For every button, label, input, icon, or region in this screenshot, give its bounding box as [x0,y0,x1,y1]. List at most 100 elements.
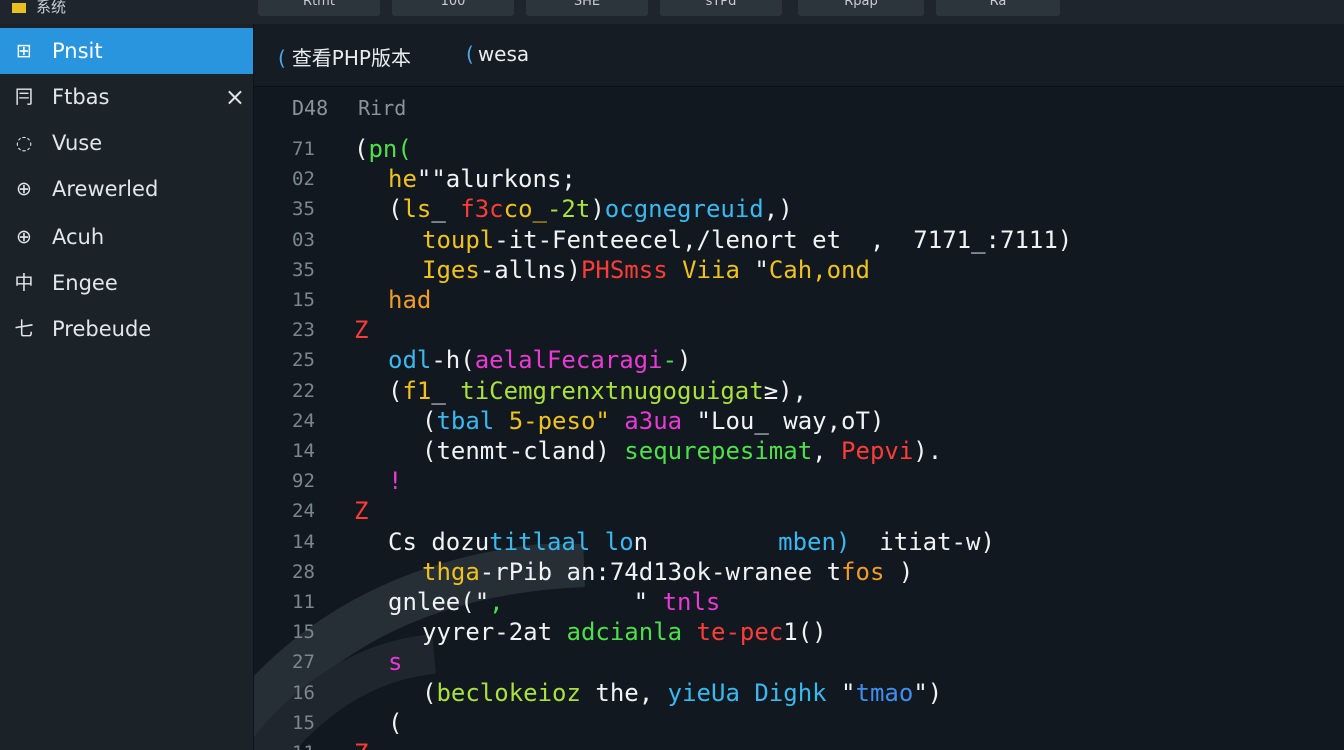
editor-tab-bar: (查看PHP版本 (wesa [254,24,1344,87]
sidebar-item-label: Pnsit [52,39,103,63]
code-token: 4d [624,557,654,586]
code-token: (tenmt-cland) [422,437,625,465]
sidebar: ⊞ Pnsit 冃 Ftbas × ◌ Vuse ⊕ Arewerled ⊕ A… [0,24,254,750]
code-text: he""alurkons; [388,164,576,194]
code-token: Pepvi [841,437,914,465]
code-token: odl [388,346,432,375]
tab-php-version[interactable]: (查看PHP版本 [278,42,411,71]
code-token: ) [590,195,605,224]
tab-label: 查看PHP版本 [291,46,411,70]
code-token: Dighk [754,678,827,707]
code-token: titlaal lo [489,527,634,556]
code-token: _ [431,195,461,224]
code-token: he [388,165,417,194]
sidebar-item-label: Vuse [52,131,103,155]
line-number: 24 [292,500,315,523]
code-text: Z [354,738,368,750]
app-title-text: 系统 [36,0,67,16]
line-number: 35 [292,258,315,281]
code-token: sequrepesimat [624,437,813,465]
code-text: s [388,647,402,677]
code-text: Z [354,496,368,526]
tab-wesa[interactable]: (wesa [466,42,529,66]
line-number: 35 [292,198,315,221]
toolbar-button-6[interactable]: Ra [936,0,1060,16]
seven-icon: 七 [14,318,34,340]
code-token: tiCemgrenxtnugoguigat [460,376,764,405]
line-number: 11 [292,591,315,613]
sidebar-item-label: Acuh [52,225,105,249]
code-token: lenort [711,225,798,254]
sidebar-item-vuse[interactable]: ◌ Vuse [0,120,253,166]
code-token: -allns) [479,255,581,284]
code-text: yyrer-2at adcianla te-pec1() [422,617,827,647]
code-token: aelalFecaragi [474,346,663,375]
line-number: 16 [292,681,315,704]
sidebar-item-pnsit[interactable]: ⊞ Pnsit [0,28,253,74]
code-panel: (查看PHP版本 (wesa D48 Rird 71 (pn(02 he""alurk… [254,24,1344,750]
code-token: Cah,ond [768,255,870,284]
code-token: Cs dozu [388,527,490,556]
sidebar-item-ftbas[interactable]: 冃 Ftbas × [0,74,253,120]
sidebar-item-engee[interactable]: 中 Engee [0,260,253,306]
grid-icon: ⊞ [16,40,32,62]
code-text: toupl-it-Fenteecel,/lenort et , 7171_:71… [422,225,1072,255]
close-icon[interactable]: × [225,74,245,120]
code-text: ( [388,708,402,738]
code-token: - [662,346,678,375]
code-token: ( [354,135,369,163]
top-toolbar: 系统 Rtmt 100 SHE sTPd Rpap Ra [0,0,1344,24]
code-token: f1 [402,376,432,405]
code-text: thga-rPib an:74d13ok-wranee tfos ) [422,557,913,587]
code-token: ≥), [763,376,808,405]
code-token: -rPib an:7 [479,557,625,586]
code-token: 13ok-wranee t [653,557,842,586]
code-token: yyrer-2at [422,618,567,647]
code-token: ( [388,376,403,405]
code-token: , [489,588,504,616]
line-number: 15 [292,621,315,644]
code-token: -h( [431,346,475,375]
code-token: ( [422,406,437,435]
line-number: 22 [292,379,315,402]
code-token: Viia [667,255,755,284]
sidebar-item-prebeude[interactable]: 七 Prebeude [0,306,253,352]
code-token: ) [677,346,692,375]
code-token: tnls [662,588,721,616]
code-token: fos [841,557,885,586]
code-text: had [388,285,431,315]
code-text: (f1_ tiCemgrenxtnugoguigat≥), [388,376,807,406]
code-token: et , 7171_:7111) [797,225,1073,254]
code-token: " [754,255,769,284]
code-token: te-pec [696,618,784,647]
line-number: 71 [292,138,315,160]
toolbar-button-5[interactable]: Rpap [798,0,924,16]
code-token: "Lou_ way,oT) [696,406,885,435]
line-number: 14 [292,530,315,553]
code-token: 5-peso" [494,406,610,435]
code-text: (ls_ f3cco_-2t)ocgnegreuid,) [388,194,793,224]
line-number: 02 [292,168,315,191]
center-icon: 中 [14,272,34,294]
sidebar-item-arewerled[interactable]: ⊕ Arewerled [0,166,253,212]
code-text: Z [354,315,368,345]
code-token: toupl [422,225,495,254]
toolbar-button-4[interactable]: sTPd [660,0,782,16]
code-token: tmao [855,678,914,707]
line-number: 03 [292,228,315,251]
code-token: s [388,648,403,677]
line-number: 92 [292,470,315,493]
app-title: 系统 [12,0,66,17]
code-token: adcianla [566,618,697,647]
toolbar-button-2[interactable]: 100 [392,0,514,16]
sidebar-item-acuh[interactable]: ⊕ Acuh [0,214,253,260]
code-text: (pn( [354,134,412,164]
table-icon: 冃 [14,86,34,108]
code-token: " [503,588,663,616]
code-header-column: Rird [358,96,407,120]
toolbar-button-3[interactable]: SHE [526,0,648,16]
tab-paren: ( [278,46,286,70]
code-text: ! [388,466,402,496]
code-token: , [812,437,842,465]
toolbar-button-1[interactable]: Rtmt [258,0,380,16]
